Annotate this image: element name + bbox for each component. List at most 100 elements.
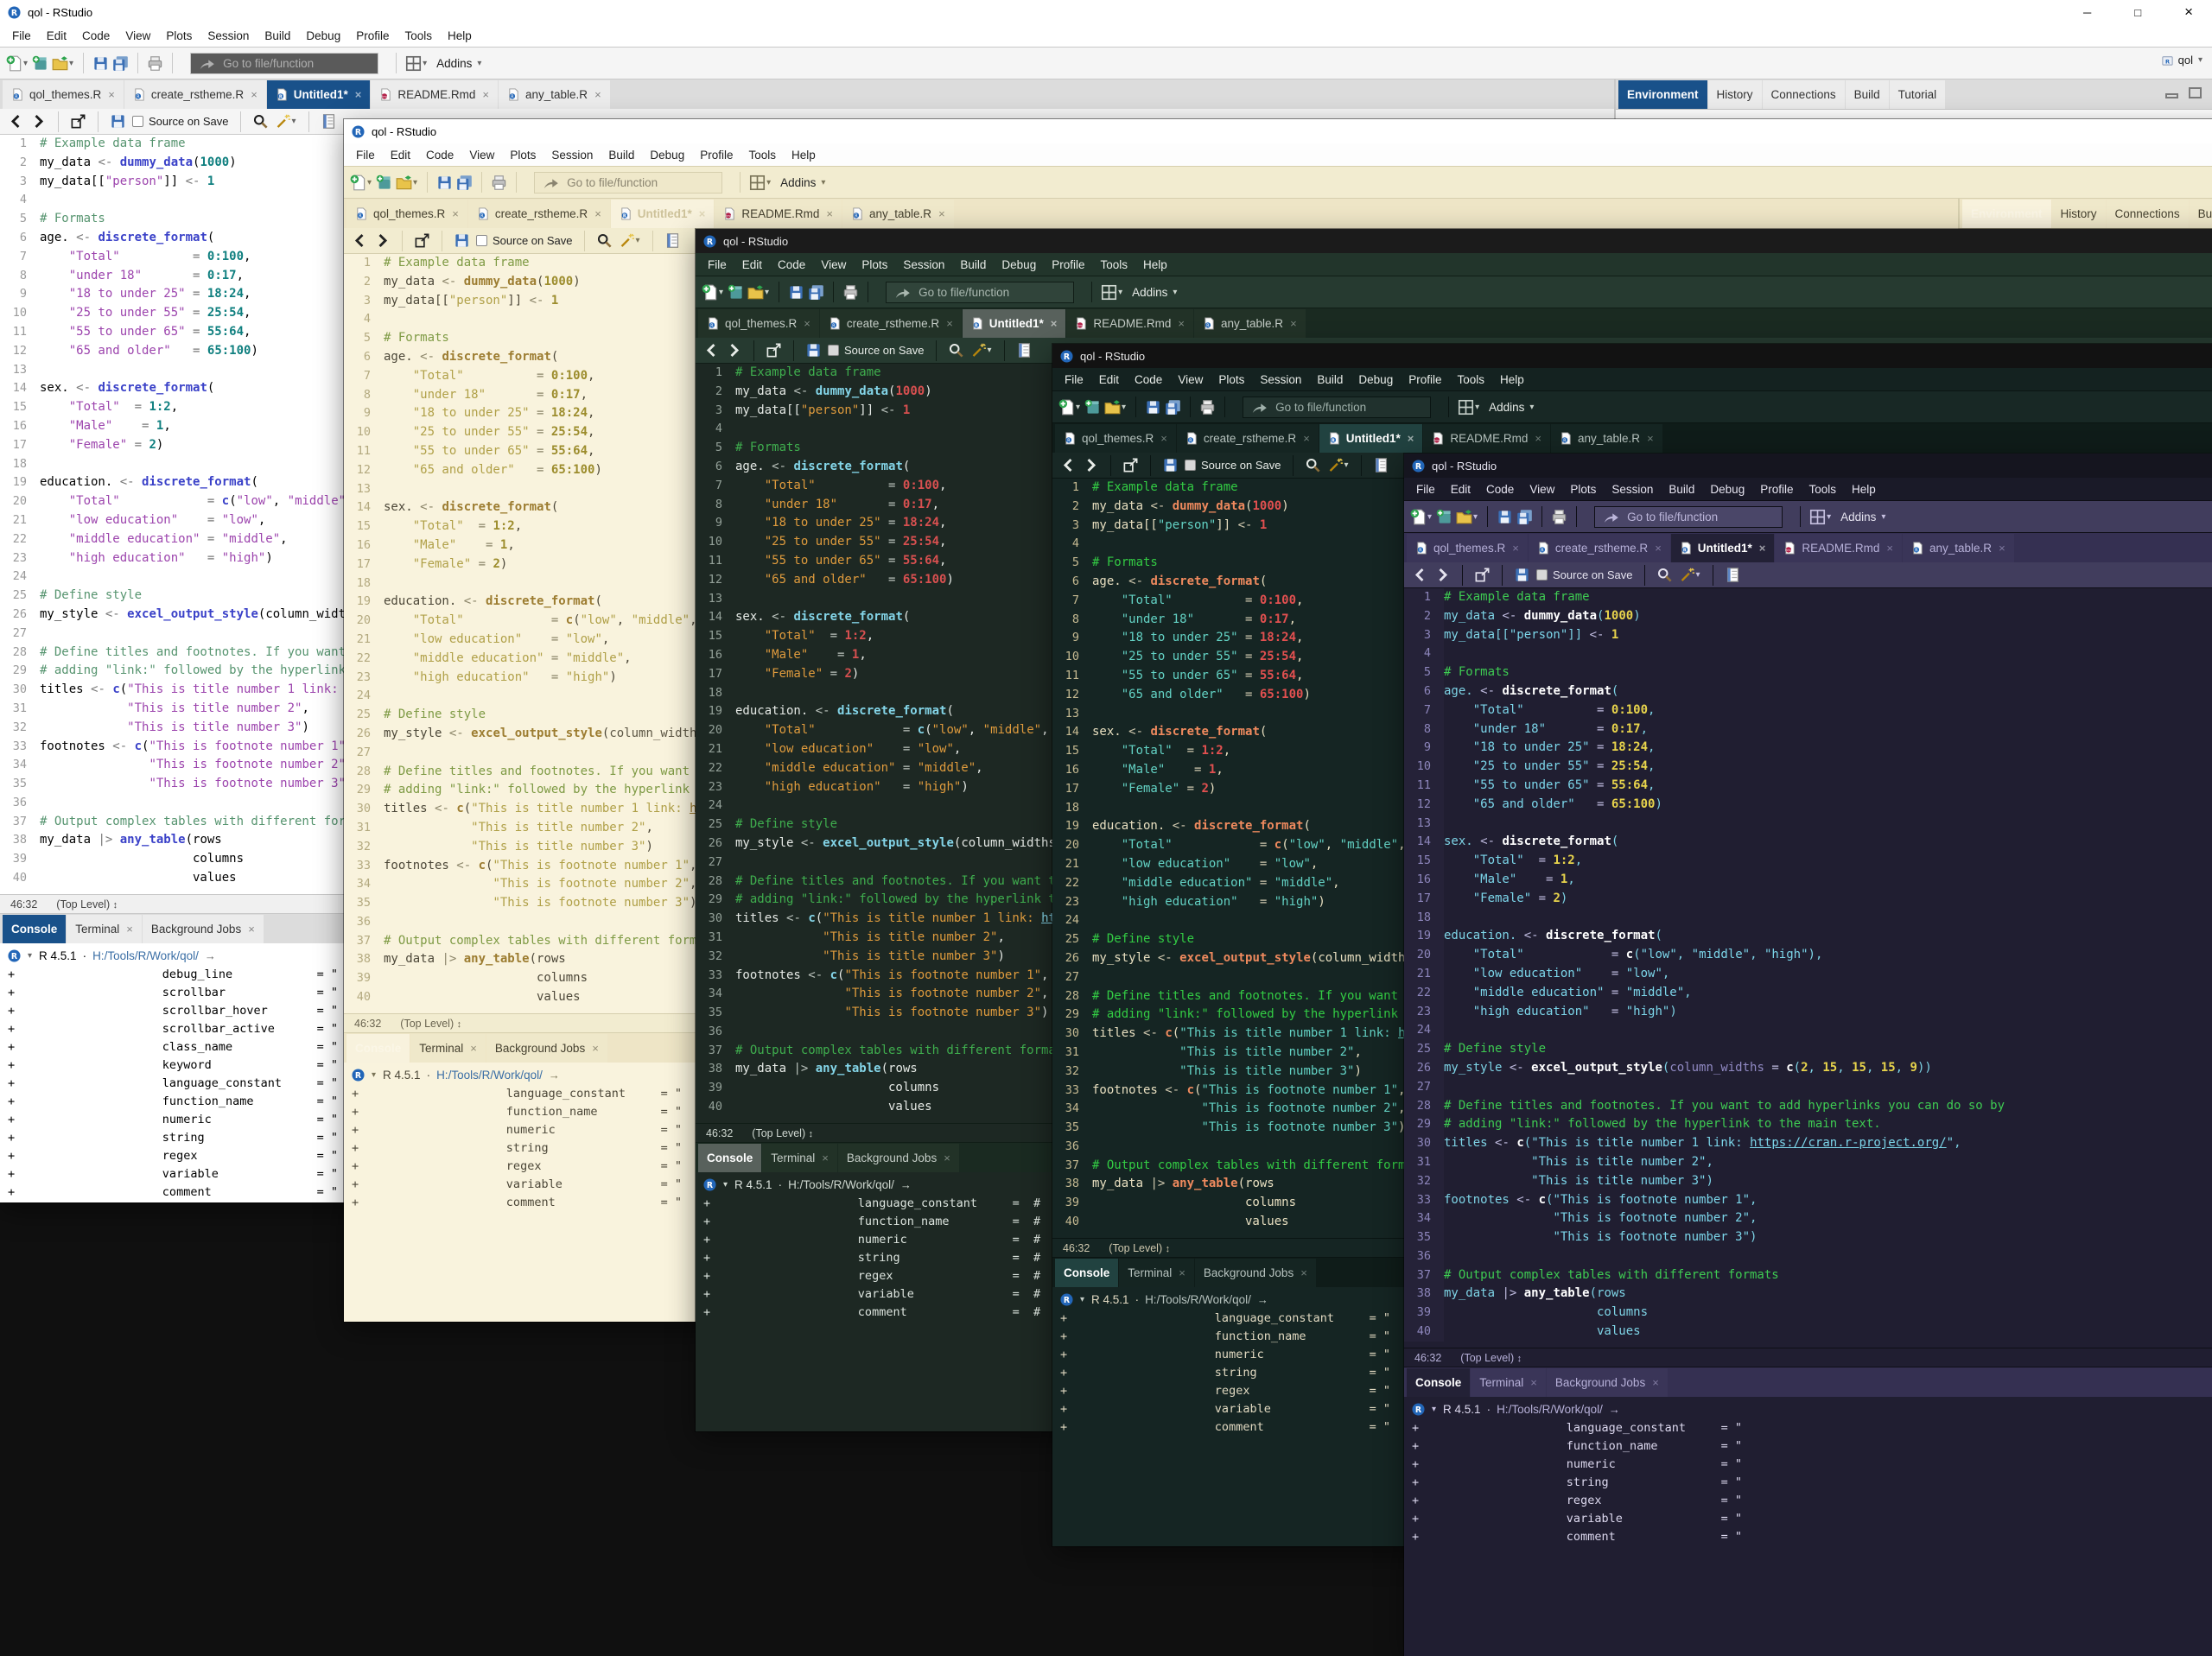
close-icon[interactable]: × xyxy=(470,1042,477,1055)
menu-code[interactable]: Code xyxy=(418,149,461,162)
menu-edit[interactable]: Edit xyxy=(39,29,74,42)
tab-terminal[interactable]: Terminal× xyxy=(1471,1368,1546,1397)
tab-create-rstheme-r[interactable]: Rcreate_rstheme.R× xyxy=(468,200,610,228)
code-tools-button[interactable]: ▾ xyxy=(970,342,993,358)
title-bar[interactable]: Rqol - RStudio xyxy=(1052,344,2212,368)
scope-selector[interactable]: (Top Level) ↕ xyxy=(1460,1352,1522,1364)
close-button[interactable]: × xyxy=(2184,3,2193,21)
print-button[interactable] xyxy=(491,174,507,191)
close-icon[interactable]: × xyxy=(1530,1376,1537,1389)
menu-session[interactable]: Session xyxy=(1604,483,1661,496)
title-bar[interactable]: Rqol - RStudio xyxy=(344,119,2212,143)
new-file-button[interactable]: ▾ xyxy=(6,55,29,72)
save-all-button[interactable] xyxy=(1516,509,1533,525)
tab-create-rstheme-r[interactable]: Rcreate_rstheme.R× xyxy=(1177,424,1319,453)
close-icon[interactable]: × xyxy=(1535,432,1541,445)
restore-button[interactable]: □ xyxy=(2134,6,2141,19)
close-icon[interactable]: × xyxy=(126,923,133,936)
tab-qol-themes-r[interactable]: Rqol_themes.R× xyxy=(1055,424,1176,453)
pane-tab-build[interactable]: Build xyxy=(2190,200,2212,228)
open-file-button[interactable]: ▾ xyxy=(1456,509,1478,525)
new-file-button[interactable]: ▾ xyxy=(1058,399,1081,416)
open-file-button[interactable]: ▾ xyxy=(52,55,74,72)
tab-create-rstheme-r[interactable]: Rcreate_rstheme.R× xyxy=(820,309,962,338)
menu-file[interactable]: File xyxy=(1057,373,1091,386)
goto-file-input[interactable]: Go to file/function xyxy=(1243,397,1431,418)
menu-plots[interactable]: Plots xyxy=(158,29,200,42)
menu-profile[interactable]: Profile xyxy=(1044,258,1092,271)
tab-any-table-r[interactable]: Rany_table.R× xyxy=(1903,534,2014,562)
popout-button[interactable] xyxy=(1122,457,1139,473)
menu-build[interactable]: Build xyxy=(1661,483,1702,496)
menu-debug[interactable]: Debug xyxy=(994,258,1044,271)
tab-untitled1-[interactable]: RUntitled1*× xyxy=(963,309,1066,338)
tab-background-jobs[interactable]: Background Jobs× xyxy=(1547,1368,1668,1397)
close-icon[interactable]: × xyxy=(452,207,459,220)
addins-dropdown[interactable]: Addins▾ xyxy=(436,57,482,70)
save-all-button[interactable] xyxy=(112,55,129,72)
close-icon[interactable]: × xyxy=(594,88,601,101)
forward-button[interactable] xyxy=(30,113,47,130)
save-button[interactable] xyxy=(92,55,109,72)
panes-layout-button[interactable]: ▾ xyxy=(1458,399,1480,416)
source-on-save-checkbox[interactable] xyxy=(132,116,143,127)
print-button[interactable] xyxy=(1551,509,1567,525)
open-file-button[interactable]: ▾ xyxy=(747,284,770,301)
menu-debug[interactable]: Debug xyxy=(298,29,348,42)
save-source-button[interactable] xyxy=(805,342,822,358)
compile-report-button[interactable] xyxy=(664,232,681,249)
goto-directory-icon[interactable]: → xyxy=(1609,1403,1620,1416)
close-icon[interactable]: × xyxy=(1408,432,1414,445)
close-icon[interactable]: × xyxy=(938,207,945,220)
back-button[interactable] xyxy=(703,342,720,358)
menu-plots[interactable]: Plots xyxy=(1562,483,1604,496)
menu-profile[interactable]: Profile xyxy=(348,29,397,42)
tab-qol-themes-r[interactable]: Rqol_themes.R× xyxy=(698,309,819,338)
menu-debug[interactable]: Debug xyxy=(1702,483,1752,496)
scope-selector[interactable]: (Top Level) ↕ xyxy=(752,1127,813,1139)
tab-console[interactable]: Console xyxy=(1407,1368,1470,1397)
panes-layout-button[interactable]: ▾ xyxy=(1809,509,1832,525)
menu-session[interactable]: Session xyxy=(1252,373,1309,386)
close-icon[interactable]: × xyxy=(1160,432,1167,445)
tab-terminal[interactable]: Terminal× xyxy=(67,915,142,943)
goto-file-input[interactable]: Go to file/function xyxy=(1594,506,1783,528)
menu-tools[interactable]: Tools xyxy=(397,29,440,42)
menu-view[interactable]: View xyxy=(461,149,502,162)
code-tools-button[interactable]: ▾ xyxy=(619,232,641,249)
new-file-button[interactable]: ▾ xyxy=(1410,509,1433,525)
open-file-button[interactable]: ▾ xyxy=(1104,399,1127,416)
search-button[interactable] xyxy=(252,113,269,130)
tab-console[interactable]: Console xyxy=(3,915,66,943)
title-bar[interactable]: Rqol - RStudio─□× xyxy=(0,0,2212,24)
menu-profile[interactable]: Profile xyxy=(692,149,741,162)
forward-button[interactable] xyxy=(1083,457,1099,473)
tab-untitled1-[interactable]: RUntitled1*× xyxy=(611,200,715,228)
popout-button[interactable] xyxy=(414,232,430,249)
new-project-button[interactable] xyxy=(1436,509,1452,525)
menu-build[interactable]: Build xyxy=(601,149,642,162)
print-button[interactable] xyxy=(147,55,163,72)
tab-qol-themes-r[interactable]: Rqol_themes.R× xyxy=(346,200,467,228)
pane-tab-history[interactable]: History xyxy=(2052,200,2106,228)
tab-readme-rmd[interactable]: RmdREADME.Rmd× xyxy=(1775,534,1902,562)
tab-readme-rmd[interactable]: RmdREADME.Rmd× xyxy=(371,80,498,109)
menu-view[interactable]: View xyxy=(1170,373,1211,386)
open-file-button[interactable]: ▾ xyxy=(396,174,418,191)
scope-selector[interactable]: (Top Level) ↕ xyxy=(400,1018,461,1030)
menu-session[interactable]: Session xyxy=(895,258,952,271)
menu-edit[interactable]: Edit xyxy=(1443,483,1478,496)
tab-readme-rmd[interactable]: RmdREADME.Rmd× xyxy=(715,200,842,228)
source-on-save-checkbox[interactable] xyxy=(476,235,487,246)
forward-button[interactable] xyxy=(1434,567,1451,583)
tab-any-table-r[interactable]: Rany_table.R× xyxy=(1194,309,1306,338)
panes-layout-button[interactable]: ▾ xyxy=(405,55,428,72)
tab-qol-themes-r[interactable]: Rqol_themes.R× xyxy=(3,80,124,109)
pane-tab-history[interactable]: History xyxy=(1708,80,1762,109)
menu-file[interactable]: File xyxy=(348,149,383,162)
working-directory[interactable]: H:/Tools/R/Work/qol/ xyxy=(788,1178,894,1191)
goto-directory-icon[interactable]: → xyxy=(205,949,216,962)
source-on-save-checkbox[interactable] xyxy=(1185,460,1196,471)
menu-code[interactable]: Code xyxy=(1127,373,1170,386)
pane-tab-connections[interactable]: Connections xyxy=(1763,80,1845,109)
